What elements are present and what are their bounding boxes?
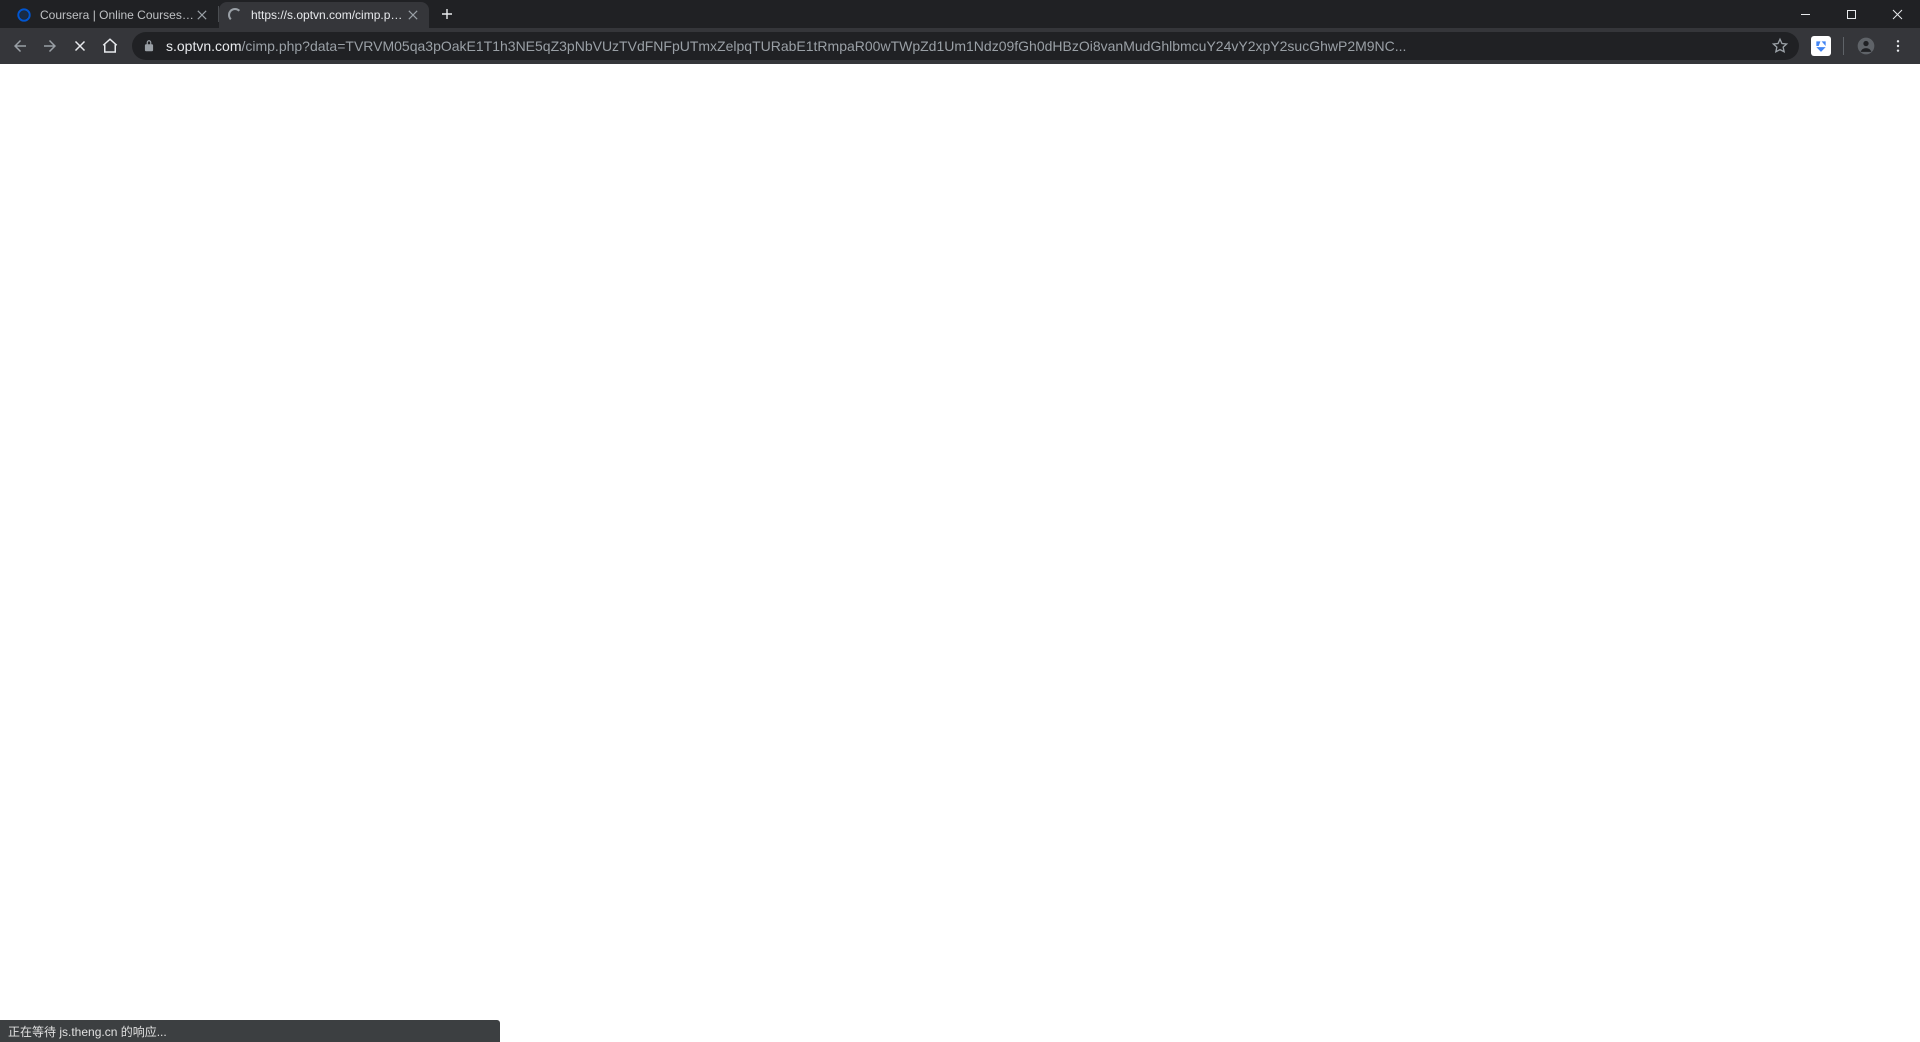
close-window-button[interactable] — [1874, 0, 1920, 28]
separator — [1843, 37, 1844, 55]
titlebar: Coursera | Online Courses & Credentials … — [0, 0, 1920, 28]
extension-button[interactable] — [1807, 32, 1835, 60]
status-bar: 正在等待 js.theng.cn 的响应... — [0, 1020, 500, 1042]
minimize-button[interactable] — [1782, 0, 1828, 28]
tab-optvn[interactable]: https://s.optvn.com/cimp.php?data= — [219, 2, 429, 28]
tab-strip: Coursera | Online Courses & Credentials … — [8, 0, 1920, 28]
extension-icon — [1811, 36, 1831, 56]
toolbar-right — [1807, 32, 1914, 60]
forward-button[interactable] — [36, 32, 64, 60]
new-tab-button[interactable] — [433, 0, 461, 28]
tab-title: https://s.optvn.com/cimp.php?data= — [251, 8, 405, 22]
bookmark-star-icon[interactable] — [1771, 37, 1789, 55]
window-controls — [1782, 0, 1920, 28]
lock-icon[interactable] — [142, 39, 156, 53]
profile-button[interactable] — [1852, 32, 1880, 60]
coursera-favicon — [16, 7, 32, 23]
status-text: 正在等待 js.theng.cn 的响应... — [8, 1023, 167, 1040]
browser-window: Coursera | Online Courses & Credentials … — [0, 0, 1920, 1042]
close-tab-icon[interactable] — [405, 7, 421, 23]
tab-coursera[interactable]: Coursera | Online Courses & Credentials — [8, 2, 218, 28]
loading-spinner-icon — [227, 7, 243, 23]
home-button[interactable] — [96, 32, 124, 60]
address-bar[interactable]: s.optvn.com/cimp.php?data=TVRVM05qa3pOak… — [132, 32, 1799, 60]
close-tab-icon[interactable] — [194, 7, 210, 23]
stop-reload-button[interactable] — [66, 32, 94, 60]
url-text: s.optvn.com/cimp.php?data=TVRVM05qa3pOak… — [166, 38, 1763, 54]
page-content: 正在等待 js.theng.cn 的响应... — [0, 64, 1920, 1042]
url-domain: s.optvn.com — [166, 38, 241, 54]
back-button[interactable] — [6, 32, 34, 60]
toolbar: s.optvn.com/cimp.php?data=TVRVM05qa3pOak… — [0, 28, 1920, 64]
tab-title: Coursera | Online Courses & Credentials — [40, 8, 194, 22]
maximize-button[interactable] — [1828, 0, 1874, 28]
url-path: /cimp.php?data=TVRVM05qa3pOakE1T1h3NE5qZ… — [241, 38, 1406, 54]
menu-button[interactable] — [1884, 32, 1912, 60]
